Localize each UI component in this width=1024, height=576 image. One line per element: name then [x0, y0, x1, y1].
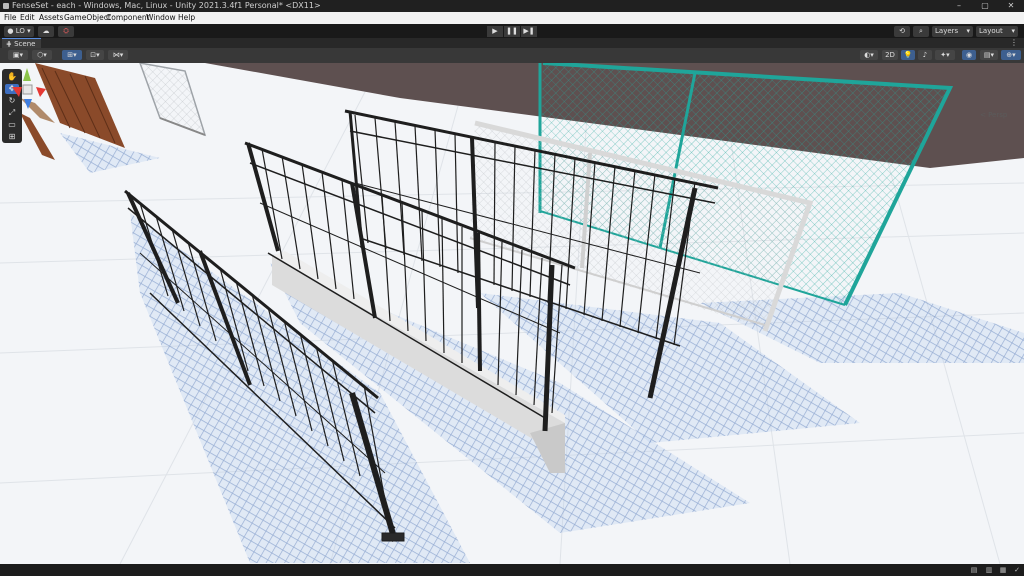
- hidden-objects-toggle[interactable]: ◉: [962, 50, 976, 60]
- x-axis-cone[interactable]: [12, 87, 22, 97]
- lighting-toggle[interactable]: 💡: [901, 50, 915, 60]
- window-tab-bar: ⋕ Scene ⋮: [0, 38, 1024, 49]
- history-icon: ⟲: [899, 27, 905, 35]
- camera-dropdown[interactable]: ▤▾: [980, 50, 998, 60]
- chevron-down-icon: ▾: [966, 27, 970, 35]
- toggle-2d-button[interactable]: 2D: [882, 50, 898, 60]
- menu-help[interactable]: Help: [178, 12, 195, 24]
- menu-edit[interactable]: Edit: [20, 12, 35, 24]
- shading-mode-dropdown[interactable]: ◐▾: [860, 50, 878, 60]
- globe-icon: ⊕▾: [1006, 51, 1016, 59]
- unity-icon: [3, 3, 9, 9]
- playback-controls: ▶ ❚❚ ▶❚: [487, 26, 537, 37]
- menu-bar: File Edit Assets GameObject Component Wi…: [0, 12, 1024, 24]
- tab-scene-label: Scene: [14, 40, 36, 48]
- y-axis-cone[interactable]: [23, 68, 31, 81]
- gizmos-dropdown[interactable]: ⊕▾: [1001, 50, 1021, 60]
- light-icon: 💡: [903, 51, 913, 59]
- orientation-gizmo[interactable]: [0, 63, 54, 123]
- scene-icon: ⋕: [6, 40, 12, 48]
- play-button[interactable]: ▶: [487, 26, 503, 37]
- layout-dropdown[interactable]: Layout ▾: [976, 26, 1018, 37]
- account-dropdown[interactable]: ● LO ▾: [4, 26, 34, 37]
- collab-button[interactable]: ⛭: [58, 26, 74, 37]
- effects-icon: ✦▾: [940, 51, 950, 59]
- history-button[interactable]: ⟲: [894, 26, 910, 37]
- cloud-button[interactable]: ☁: [38, 26, 54, 37]
- progress-icon[interactable]: ▦: [999, 566, 1007, 574]
- account-label: LO: [15, 27, 25, 35]
- maximize-button[interactable]: ▢: [972, 0, 998, 12]
- check-icon[interactable]: ✓: [1013, 566, 1021, 574]
- menu-assets[interactable]: Assets: [39, 12, 63, 24]
- draw-mode-dropdown[interactable]: ▣▾: [8, 50, 28, 60]
- pause-button[interactable]: ❚❚: [504, 26, 520, 37]
- audio-toggle[interactable]: ♪: [918, 50, 932, 60]
- menu-file[interactable]: File: [4, 12, 17, 24]
- more-icon[interactable]: ⋮: [1010, 38, 1018, 48]
- console-icon[interactable]: ▤: [970, 566, 978, 574]
- window-title: FenseSet - each - Windows, Mac, Linux - …: [12, 1, 321, 10]
- step-button[interactable]: ▶❚: [521, 26, 537, 37]
- transform-tool-button[interactable]: ⊞: [5, 132, 19, 142]
- shading-dropdown[interactable]: ⬡▾: [32, 50, 52, 60]
- camera-icon: ▤▾: [983, 51, 995, 59]
- z-axis-cone[interactable]: [24, 99, 32, 109]
- scene-toolbar: ▣▾ ⬡▾ ⊞▾ ⊡▾ ⋈▾ ◐▾ 2D 💡 ♪ ✦▾ ◉ ▤▾ ⊕▾: [0, 48, 1024, 64]
- chevron-down-icon: ▾: [1011, 27, 1015, 35]
- status-bar: ▤ ▥ ▦ ✓: [0, 564, 1024, 576]
- x-axis-cone-neg[interactable]: [36, 87, 46, 97]
- collab-icon: ⛭: [63, 27, 69, 35]
- layers-dropdown[interactable]: Layers ▾: [932, 26, 973, 37]
- gizmo-center[interactable]: [22, 84, 33, 95]
- search-icon: ⌕: [919, 27, 923, 35]
- persp-label[interactable]: < Persp: [980, 111, 1007, 119]
- scene-render: [0, 63, 1024, 564]
- close-button[interactable]: ✕: [998, 0, 1024, 12]
- snap-dropdown[interactable]: ⊡▾: [86, 50, 104, 60]
- layers-label: Layers: [935, 27, 959, 35]
- menu-component[interactable]: Component: [106, 12, 150, 24]
- cache-icon[interactable]: ▥: [985, 566, 993, 574]
- effects-dropdown[interactable]: ✦▾: [935, 50, 955, 60]
- eye-icon: ◉: [965, 51, 973, 59]
- menu-window[interactable]: Window: [146, 12, 176, 24]
- search-button[interactable]: ⌕: [913, 26, 929, 37]
- increment-dropdown[interactable]: ⋈▾: [108, 50, 128, 60]
- minimize-button[interactable]: –: [946, 0, 972, 12]
- layout-label: Layout: [979, 27, 1003, 35]
- menu-gameobject[interactable]: GameObject: [64, 12, 111, 24]
- grid-snap-dropdown[interactable]: ⊞▾: [62, 50, 82, 60]
- main-toolbar: ● LO ▾ ☁ ⛭ ▶ ❚❚ ▶❚ ⟲ ⌕ Layers ▾ Layout ▾: [0, 24, 1024, 39]
- scene-viewport[interactable]: ✋ ✥ ↻ ⤢ ▭ ⊞ < Persp: [0, 63, 1024, 564]
- cloud-icon: ☁: [42, 27, 50, 35]
- account-icon: ●: [7, 27, 14, 35]
- title-bar: FenseSet - each - Windows, Mac, Linux - …: [0, 0, 1024, 12]
- audio-icon: ♪: [922, 51, 928, 59]
- transform-icon: ⊞: [8, 132, 16, 141]
